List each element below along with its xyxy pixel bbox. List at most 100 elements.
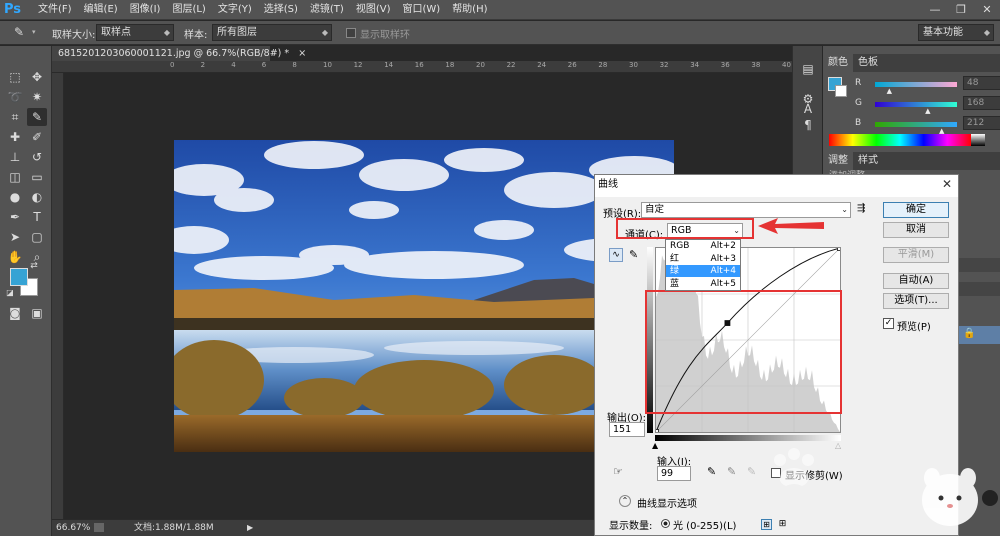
output-field[interactable]: 151 — [609, 422, 645, 437]
foreground-color-swatch[interactable] — [10, 268, 28, 286]
sample-select[interactable]: 所有图层 ◆ — [212, 24, 332, 41]
marquee-tool-icon[interactable]: ⬚ — [5, 68, 25, 86]
blur-tool-icon[interactable]: ● — [5, 188, 25, 206]
sample-size-select[interactable]: 取样点 ◆ — [96, 24, 174, 41]
channel-value-field[interactable]: 212 — [963, 116, 1000, 130]
eyedropper-tool-icon[interactable]: ✎ — [27, 108, 47, 126]
menu-item[interactable]: 视图(V) — [350, 0, 397, 20]
close-button[interactable]: ✕ — [974, 0, 1000, 20]
channel-letter: G — [855, 98, 862, 108]
healing-brush-icon[interactable]: ✚ — [5, 128, 25, 146]
color-spectrum[interactable] — [829, 134, 971, 146]
eyedropper-icon[interactable]: ✎ — [14, 25, 24, 39]
cancel-button[interactable]: 取消 — [883, 222, 949, 238]
hand-tool-icon[interactable]: ✋ — [5, 248, 25, 266]
menu-item[interactable]: 文件(F) — [32, 0, 78, 20]
input-field[interactable]: 99 — [657, 466, 691, 481]
document-tab[interactable]: 6815201203060001121.jpg @ 66.7%(RGB/8#) … — [52, 46, 306, 61]
zoom-level[interactable]: 66.67% — [56, 520, 90, 536]
light-radio[interactable] — [661, 519, 670, 528]
gradient-tool-icon[interactable]: ▭ — [27, 168, 47, 186]
tab-swatches[interactable]: 色板 — [853, 54, 883, 72]
channel-value-field[interactable]: 48 — [963, 76, 1000, 90]
color-slider-b: B ▲ 212 — [831, 116, 1000, 135]
ruler-tick-label: 8 — [292, 61, 297, 69]
history-panel-icon[interactable]: ▤ — [799, 60, 817, 78]
smooth-button[interactable]: 平滑(M) — [883, 247, 949, 263]
menu-item[interactable]: 编辑(E) — [78, 0, 124, 20]
eraser-tool-icon[interactable]: ◫ — [5, 168, 25, 186]
close-tab-icon[interactable]: × — [298, 48, 306, 59]
stamp-tool-icon[interactable]: ⊥ — [5, 148, 25, 166]
collapse-icon[interactable]: ⌃ — [619, 495, 631, 507]
chevron-down-icon[interactable]: ▾ — [32, 28, 36, 36]
slider-track[interactable] — [875, 102, 957, 107]
paragraph-panel-icon[interactable]: ¶ — [799, 116, 817, 134]
slider-thumb[interactable]: ▲ — [925, 107, 930, 115]
preset-options-icon[interactable]: ⇶ — [857, 203, 865, 214]
black-eyedropper-icon[interactable]: ✎ — [707, 465, 716, 478]
lasso-tool-icon[interactable]: ➰ — [5, 88, 25, 106]
menu-item[interactable]: 图像(I) — [124, 0, 167, 20]
channel-option[interactable]: 绿 Alt+4 — [666, 265, 740, 277]
menu-item[interactable]: 选择(S) — [258, 0, 304, 20]
ruler-tick-label: 14 — [384, 61, 394, 69]
show-ring-checkbox[interactable] — [346, 28, 356, 38]
pen-tool-icon[interactable]: ✒ — [5, 208, 25, 226]
chevron-right-icon[interactable]: ▶ — [247, 520, 253, 536]
preview-label: 预览(P) — [897, 322, 931, 333]
targeted-adjust-icon[interactable]: ☞ — [613, 465, 623, 478]
preview-checkbox[interactable]: ✓ — [883, 318, 894, 329]
ruler-tick-label: 0 — [170, 61, 175, 69]
show-ring-label: 显示取样环 — [360, 30, 410, 41]
type-tool-icon[interactable]: T — [27, 208, 47, 226]
history-brush-icon[interactable]: ↺ — [27, 148, 47, 166]
brush-tool-icon[interactable]: ✐ — [27, 128, 47, 146]
menu-item[interactable]: 窗口(W) — [396, 0, 446, 20]
menu-item[interactable]: 文字(Y) — [212, 0, 258, 20]
lock-icon: 🔒 — [963, 328, 976, 339]
status-menu-icon[interactable] — [94, 523, 104, 532]
swap-colors-icon[interactable]: ⇄ — [28, 260, 40, 272]
horizontal-ruler: 024681012141618202224262830323436384042 — [52, 61, 822, 73]
move-tool-icon[interactable]: ✥ — [27, 68, 47, 86]
default-colors-icon[interactable]: ◪ — [5, 288, 15, 298]
options-button[interactable]: 选项(T)... — [883, 293, 949, 309]
ruler-tick-label: 22 — [506, 61, 516, 69]
sample-label: 样本: — [184, 30, 208, 41]
pencil-icon[interactable]: ✎ — [629, 248, 638, 261]
curve-point-icon[interactable]: ∿ — [609, 248, 623, 262]
dodge-tool-icon[interactable]: ◐ — [27, 188, 47, 206]
quick-mask-icon[interactable]: ◙ — [5, 304, 25, 322]
path-select-icon[interactable]: ➤ — [5, 228, 25, 246]
gray-eyedropper-icon[interactable]: ✎ — [727, 465, 736, 478]
slider-track[interactable] — [875, 122, 957, 127]
grayscale-ramp[interactable] — [971, 134, 985, 146]
black-point-slider[interactable]: ▲ — [652, 441, 658, 450]
channel-option[interactable]: 红 Alt+3 — [666, 253, 740, 265]
annotation-arrow — [758, 218, 824, 234]
menu-item[interactable]: 图层(L) — [166, 0, 211, 20]
white-eyedropper-icon[interactable]: ✎ — [747, 465, 756, 478]
auto-button[interactable]: 自动(A) — [883, 273, 949, 289]
restore-button[interactable]: ❐ — [948, 0, 974, 20]
minimize-button[interactable]: — — [922, 0, 948, 20]
channel-option[interactable]: 蓝 Alt+5 — [666, 278, 740, 290]
menu-item[interactable]: 滤镜(T) — [304, 0, 350, 20]
close-icon[interactable]: ✕ — [942, 177, 952, 191]
ok-button[interactable]: 确定 — [883, 202, 949, 218]
menu-item[interactable]: 帮助(H) — [446, 0, 493, 20]
display-options-label: 曲线显示选项 — [637, 499, 697, 510]
options-bar: ✎ ▾ 取样大小: 取样点 ◆ 样本: 所有图层 ◆ 显示取样环 基本功能 ◆ — [0, 21, 1000, 45]
channel-value-field[interactable]: 168 — [963, 96, 1000, 110]
screen-mode-icon[interactable]: ▣ — [27, 304, 47, 322]
slider-thumb[interactable]: ▲ — [939, 127, 944, 135]
channel-option-shortcut: Alt+2 — [710, 241, 736, 251]
slider-thumb[interactable]: ▲ — [887, 87, 892, 95]
workspace-select[interactable]: 基本功能 ◆ — [918, 24, 994, 41]
magic-wand-icon[interactable]: ✷ — [27, 88, 47, 106]
tab-color[interactable]: 颜色 — [823, 54, 853, 72]
crop-tool-icon[interactable]: ⌗ — [5, 108, 25, 126]
channel-option[interactable]: RGB Alt+2 — [666, 240, 740, 252]
shape-tool-icon[interactable]: ▢ — [27, 228, 47, 246]
